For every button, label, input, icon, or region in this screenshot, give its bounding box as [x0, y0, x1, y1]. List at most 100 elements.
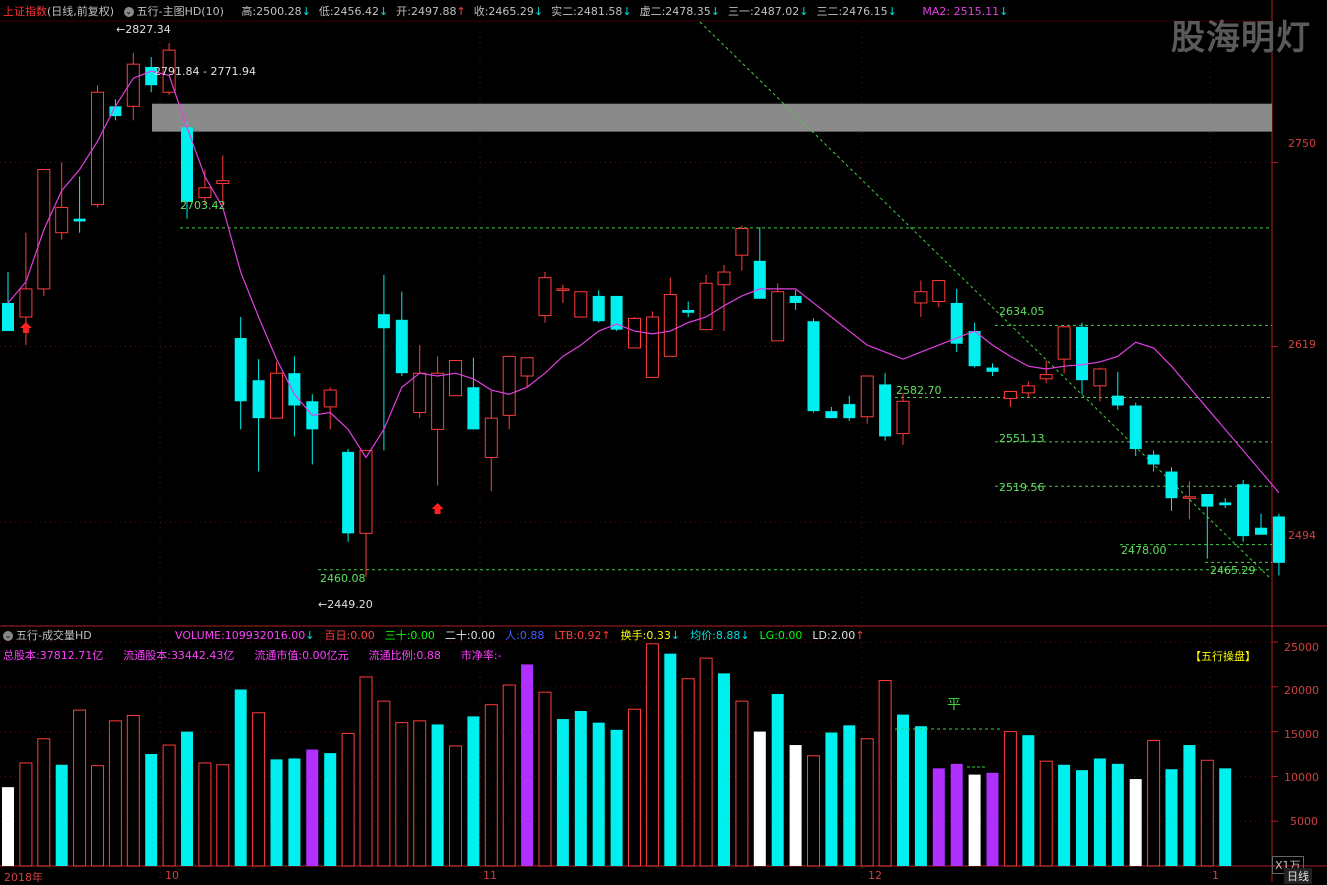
volume-bar: [1093, 758, 1106, 866]
band-range-label: 2791.84 - 2771.94: [154, 65, 256, 78]
candle-body-down: [1237, 484, 1250, 537]
candle-body-up: [1039, 374, 1053, 380]
vol-field-label: LD:: [812, 629, 831, 642]
level-label: 2460.08: [320, 572, 366, 585]
volume-bar: [1147, 740, 1161, 867]
volume-fields: VOLUME:109932016.00↓ 百日:0.00 三十:0.00 二十:0.0…: [175, 628, 874, 643]
volume-bar: [1022, 735, 1035, 866]
candle-body-up: [359, 449, 373, 534]
candle-body-down: [377, 314, 390, 329]
volume-bar: [1058, 764, 1071, 866]
volume-bar: [162, 744, 176, 867]
vol-field-value: 0.00: [470, 629, 496, 642]
time-axis-label: 12: [868, 869, 882, 882]
volume-indicator-menu[interactable]: ⌄ 五行-成交量HD: [3, 628, 92, 643]
vol-field: 三十:0.00: [385, 629, 435, 642]
candle-body-up: [538, 277, 552, 317]
buy-arrow-icon: [431, 503, 444, 514]
header-field: 高:2500.28↓: [241, 5, 310, 18]
candle-body-down: [789, 295, 802, 303]
volume-panel-title: 五行-成交量HD: [16, 629, 92, 642]
vol-field: 人:0.88: [505, 629, 544, 642]
volume-bar: [843, 725, 856, 866]
candle-body-down: [342, 451, 355, 534]
candle-body-down: [1129, 405, 1142, 450]
volume-bar: [789, 745, 802, 866]
candle-body-up: [431, 372, 445, 430]
candle-body-down: [986, 367, 999, 372]
candle-body-up: [556, 288, 570, 291]
buy-arrow-icon: [19, 322, 32, 333]
line2-field-label: 总股本:: [3, 649, 40, 662]
volume-bar: [645, 643, 659, 867]
arrow-down-icon: ↓: [710, 5, 721, 18]
line2-field: 总股本:37812.71亿: [3, 649, 103, 662]
arrow-down-icon: ↓: [379, 5, 389, 18]
candle-body-down: [1076, 326, 1088, 381]
volume-bar: [699, 657, 713, 867]
line2-field-value: 0.00亿元: [302, 649, 349, 662]
resistance-band: [152, 103, 1272, 132]
volume-bar: [521, 664, 534, 866]
line2-field-label: 流通股本:: [123, 649, 171, 662]
volume-bar: [288, 758, 301, 866]
volume-bar: [198, 762, 212, 867]
vol-field: 二十:0.00: [445, 629, 495, 642]
volume-bar: [324, 753, 337, 866]
line2-field-value: 37812.71亿: [39, 649, 104, 662]
volume-axis-label: 5000: [1290, 815, 1318, 828]
vol-field: 换手:0.33↓: [621, 629, 680, 642]
volume-bar: [377, 700, 391, 867]
volume-bar: [181, 731, 193, 866]
candle-body-up: [663, 294, 677, 357]
volume-bar: [1039, 760, 1053, 867]
volume-bar: [270, 759, 283, 866]
level-label: 2634.05: [999, 305, 1045, 318]
arrow-down-icon: ↓: [887, 5, 897, 18]
vol-field-label: VOLUME:: [175, 629, 225, 642]
volume-bar: [467, 716, 480, 866]
indicator-menu[interactable]: ⌄ 五行-主图HD(10): [123, 5, 224, 18]
header-field: 开:2497.88↑: [396, 5, 465, 18]
candle-body-up: [413, 372, 427, 414]
arrow-down-icon: ↓: [533, 5, 544, 18]
share-info: 总股本:37812.71亿 流通股本:33442.43亿 流通市值:0.00亿元 流通…: [3, 648, 522, 663]
flat-mark: 平: [947, 697, 961, 713]
level-label: 2465.29: [1210, 564, 1256, 577]
candle-body-down: [807, 321, 820, 412]
line2-field-label: 市净率:: [460, 649, 498, 662]
volume-bar: [610, 729, 623, 866]
candle-body-up: [645, 316, 659, 378]
ma2-label: MA2: 2515.11: [922, 5, 1000, 18]
candle-body-up: [1093, 368, 1107, 387]
volume-bar: [986, 772, 999, 866]
candle-body-up: [484, 417, 498, 458]
vol-field-label: LG:: [759, 629, 778, 642]
line2-field-label: 流通比例:: [368, 649, 417, 662]
volume-bar: [556, 719, 569, 866]
candle-body-up: [1182, 496, 1196, 499]
volume-bar: [592, 722, 605, 866]
volume-bar: [73, 709, 87, 867]
arrow-down-icon: ↓: [740, 629, 750, 642]
candle-body-up: [520, 357, 534, 377]
candle-body-down: [467, 387, 480, 430]
vol-field: 均价:8.88↓: [690, 629, 749, 642]
index-name[interactable]: 上证指数: [3, 5, 47, 18]
volume-bar: [807, 755, 820, 867]
vol-field-value: 0.00: [350, 629, 375, 642]
vol-field: LG:0.00: [760, 629, 803, 642]
header-field-value: 2497.88: [410, 5, 457, 18]
volume-bar: [252, 712, 266, 867]
chart-canvas[interactable]: [0, 0, 1327, 882]
volume-bar: [1219, 768, 1232, 866]
chevron-down-icon[interactable]: ⌄: [3, 631, 13, 641]
candle-body-up: [19, 288, 33, 318]
candle-body-up: [1057, 326, 1071, 360]
arrow-down-icon: ↓: [799, 5, 809, 18]
header-field: 三二:2476.15↓: [816, 5, 896, 18]
candle-body-down: [73, 218, 86, 222]
vol-field-value: 0.00: [777, 629, 803, 642]
chevron-down-icon[interactable]: ⌄: [123, 7, 134, 17]
operate-tag[interactable]: 【五行操盘】: [1190, 648, 1256, 664]
